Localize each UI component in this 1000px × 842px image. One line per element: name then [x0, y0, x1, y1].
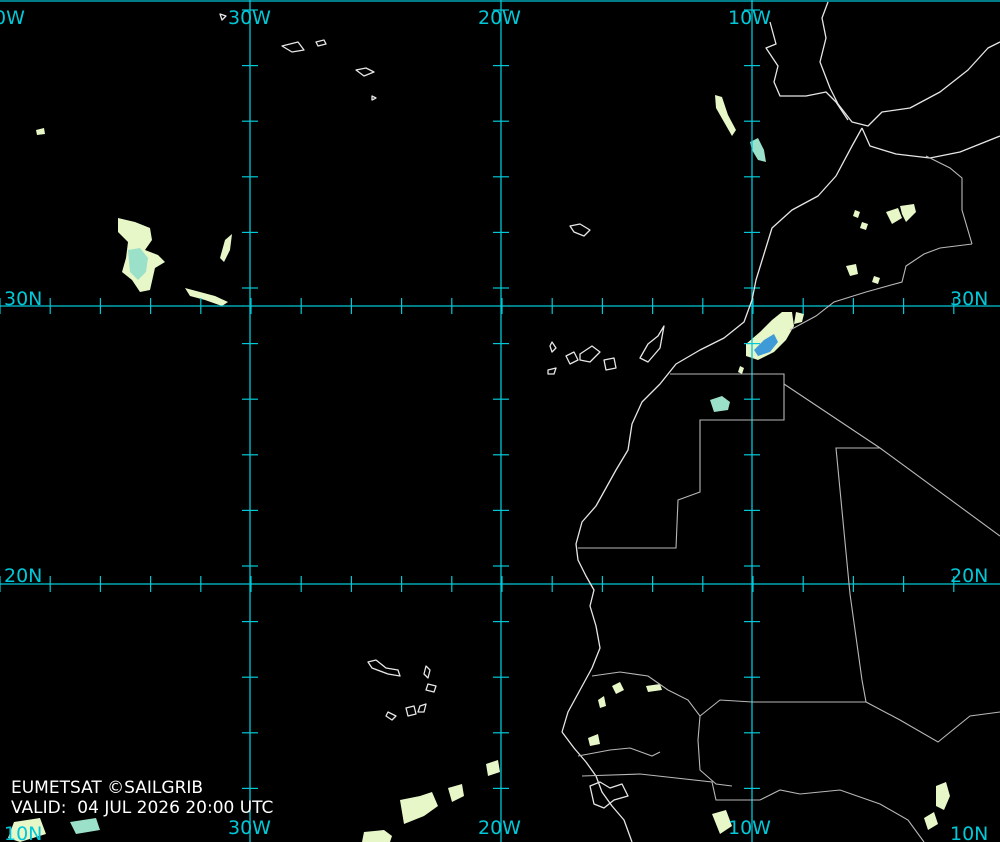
- valid-time: VALID: 04 JUL 2026 20:00 UTC: [11, 798, 273, 818]
- valid-label: VALID:: [11, 798, 67, 818]
- lon-label-top: 30W: [228, 7, 271, 29]
- lon-label-bottom: 20W: [478, 817, 521, 839]
- lon-label-bottom: 10W: [728, 817, 771, 839]
- valid-timestamp: 04 JUL 2026 20:00 UTC: [77, 798, 274, 818]
- lon-label-bottom: 30W: [228, 817, 271, 839]
- lon-label-top: 10W: [728, 7, 771, 29]
- lat-label-left: 20N: [4, 565, 42, 587]
- credit-text: EUMETSAT ©SAILGRIB: [11, 778, 204, 798]
- map-background: [0, 0, 1000, 842]
- lon-label-top: 20W: [478, 7, 521, 29]
- lat-label-bottom-left: 10N: [4, 823, 42, 842]
- lat-label-bottom-right: 10N: [950, 823, 988, 842]
- lat-label-right: 20N: [950, 565, 988, 587]
- lat-label-right: 30N: [950, 288, 988, 310]
- lat-label-left: 30N: [4, 288, 42, 310]
- lon-label-top: 0W: [0, 7, 25, 29]
- satellite-map: 0W 30W 20W 10W 30N 20N 30N 20N 30W 20W 1…: [0, 0, 1000, 842]
